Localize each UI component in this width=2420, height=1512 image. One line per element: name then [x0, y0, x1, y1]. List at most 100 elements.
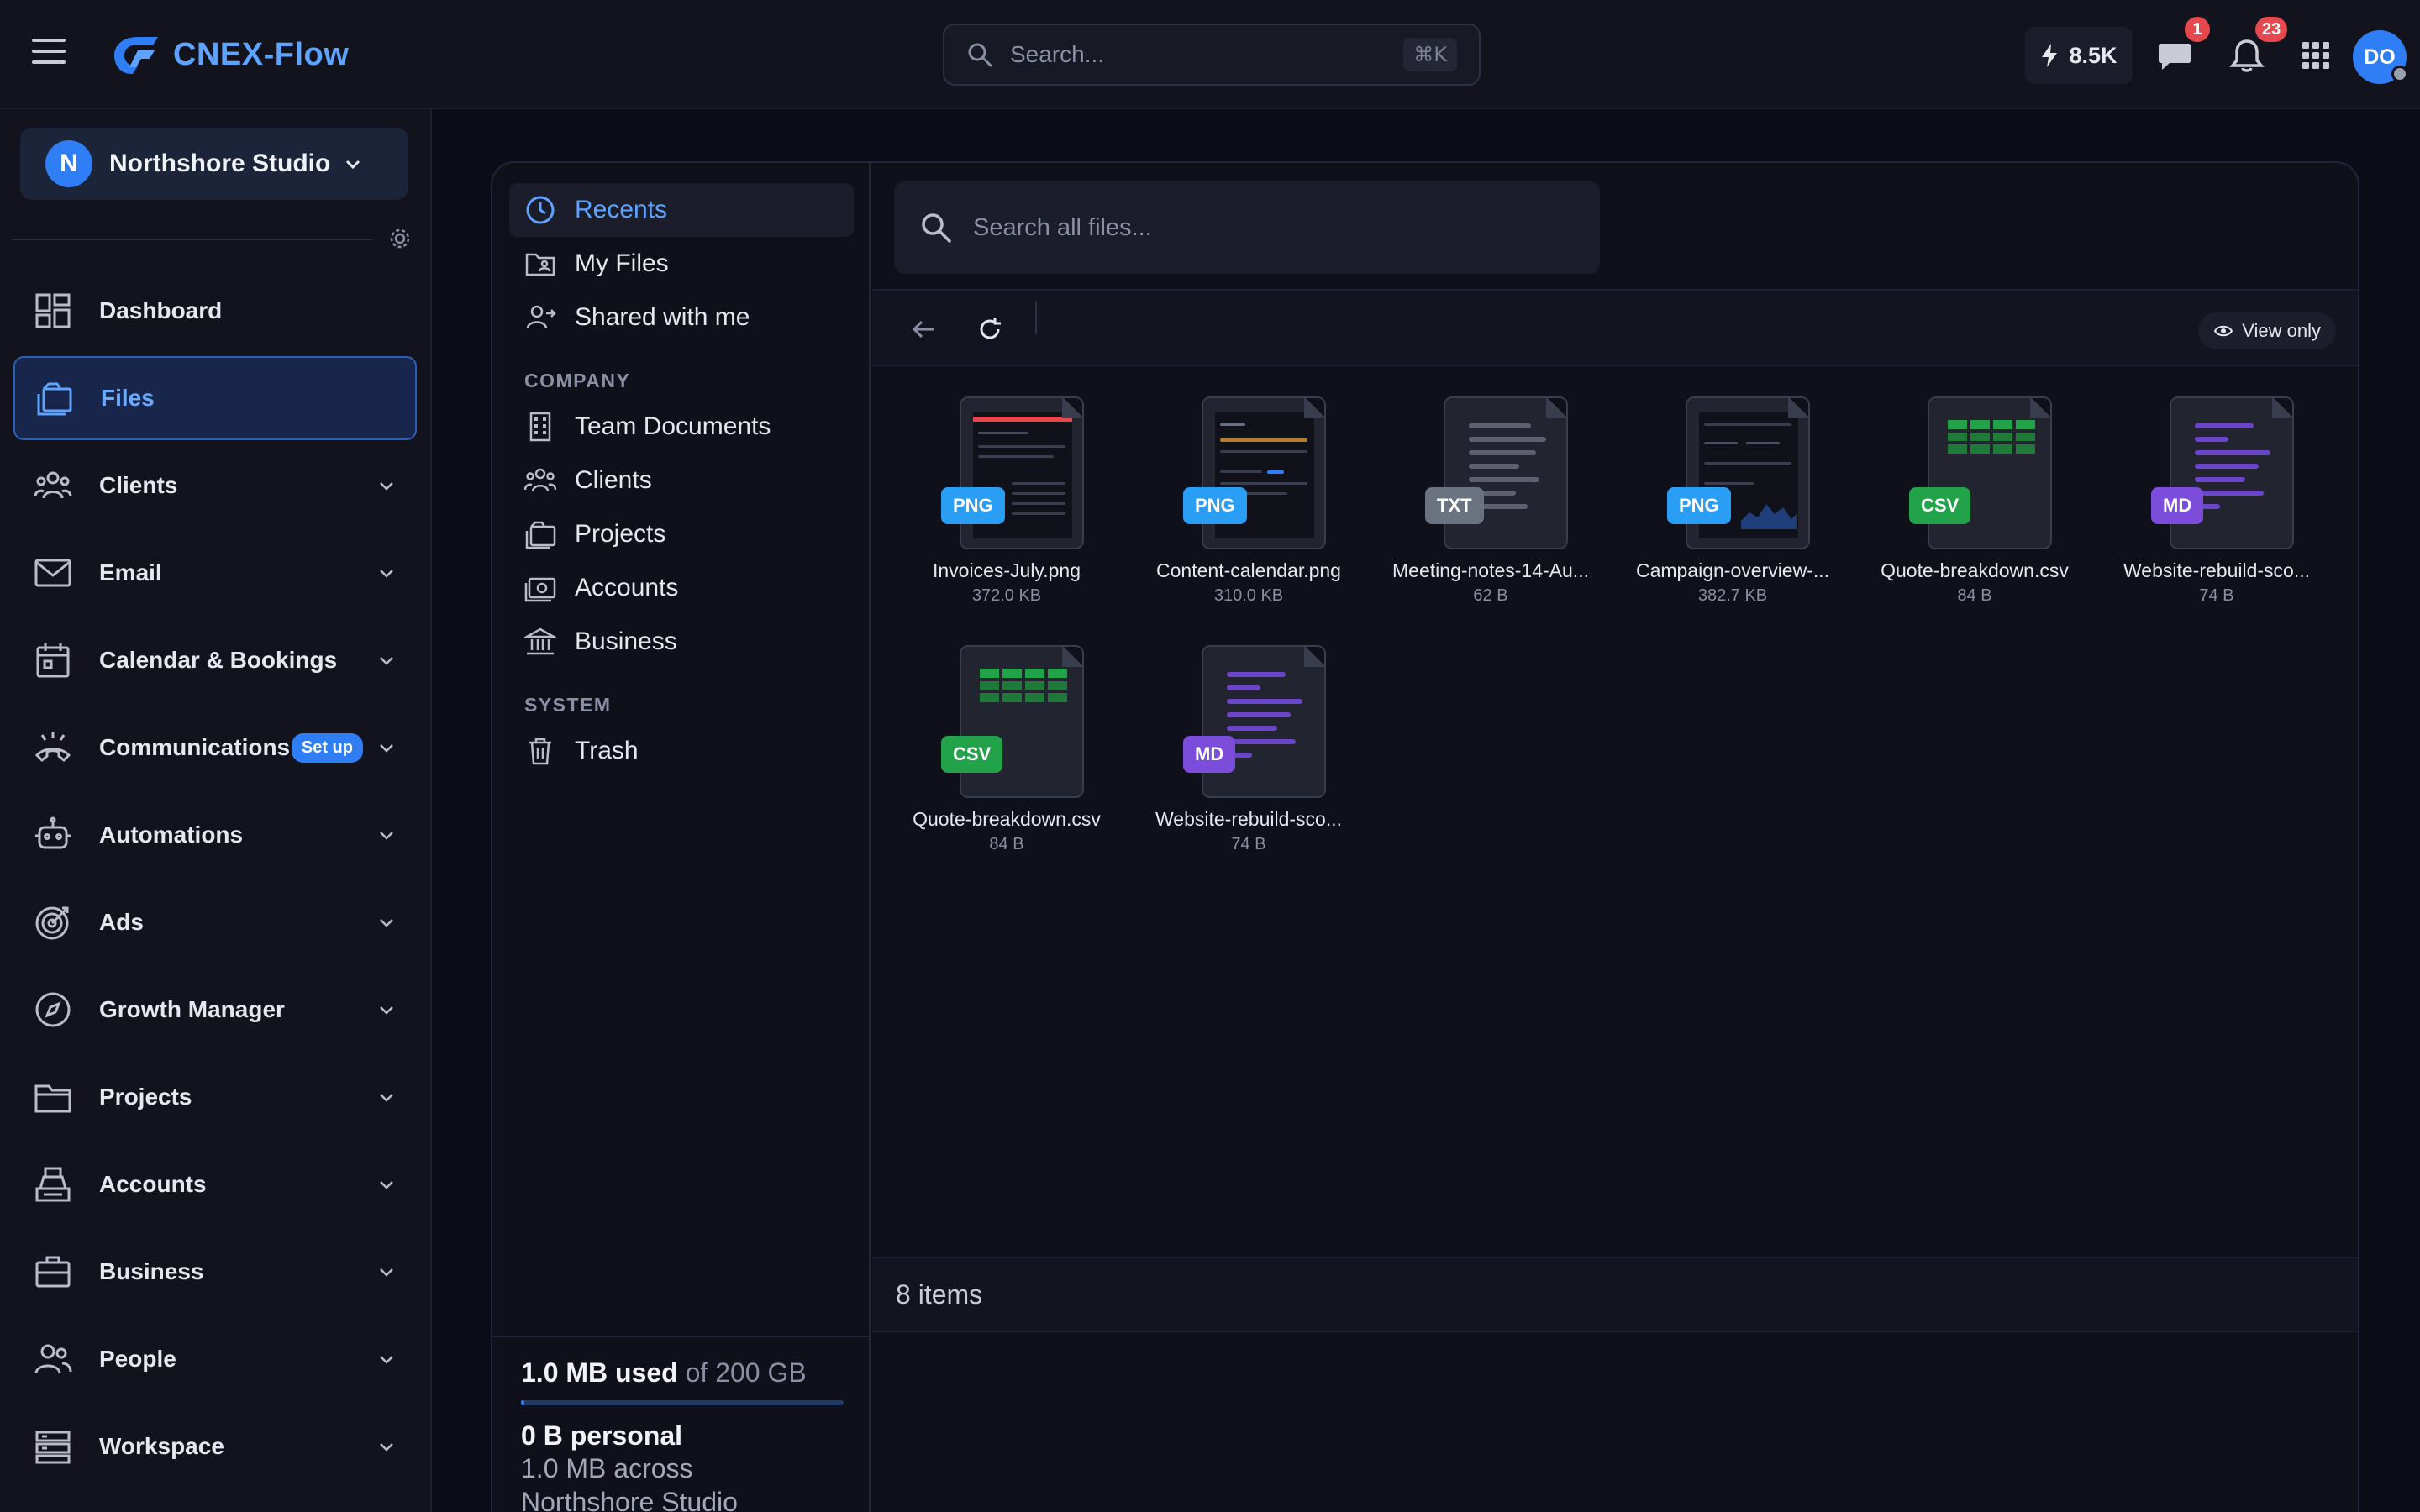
file-name: Content-calendar.png [1156, 559, 1341, 581]
sidebar-item-label: Files [101, 385, 155, 411]
menu-icon[interactable] [32, 39, 66, 67]
back-arrow-icon[interactable] [909, 314, 939, 344]
sidebar-item-projects[interactable]: Projects [13, 1055, 417, 1139]
calendar-icon [36, 643, 70, 678]
refresh-icon[interactable] [975, 314, 1005, 344]
file-item[interactable]: PNG Campaign-overview-... 382.7 KB [1612, 388, 1854, 623]
file-nav-business[interactable]: Business [509, 615, 854, 669]
file-nav-shared[interactable]: Shared with me [509, 291, 854, 344]
sidebar-item-growth-manager[interactable]: Growth Manager [13, 968, 417, 1052]
credits-button[interactable]: 8.5K [2025, 27, 2133, 84]
file-thumbnail [1686, 396, 1810, 549]
clients-icon [34, 471, 72, 499]
sidebar-item-files[interactable]: Files [13, 356, 417, 440]
chevron-down-icon [380, 832, 393, 840]
file-nav-team-documents[interactable]: Team Documents [509, 400, 854, 454]
setup-badge[interactable]: Set up [291, 732, 363, 763]
file-type-badge: MD [2151, 487, 2204, 524]
notifications-badge: 23 [2255, 17, 2288, 42]
file-type-badge: TXT [1425, 487, 1484, 524]
file-nav-accounts[interactable]: Accounts [509, 561, 854, 615]
apps-grid-icon[interactable] [2297, 37, 2334, 74]
eye-icon [2214, 325, 2233, 337]
chevron-down-icon [380, 1006, 393, 1015]
sidebar-item-clients[interactable]: Clients [13, 444, 417, 528]
chevron-down-icon [380, 657, 393, 665]
file-item[interactable]: PNG Invoices-July.png 372.0 KB [886, 388, 1128, 623]
top-bar: CNEX-Flow Search... ⌘K 8.5K 1 23 DO [0, 0, 2420, 109]
gear-icon[interactable] [388, 227, 412, 250]
file-item[interactable]: MD Website-rebuild-sco... 74 B [1128, 637, 1370, 872]
storage-total: of 200 GB [677, 1357, 807, 1388]
file-name: Website-rebuild-sco... [2123, 559, 2310, 581]
bolt-icon [2042, 44, 2058, 67]
chevron-down-icon [380, 744, 393, 753]
user-avatar[interactable]: DO [2353, 30, 2408, 84]
org-avatar: N [45, 140, 92, 187]
search-icon [922, 213, 951, 243]
file-nav-label: My Files [575, 249, 669, 277]
view-only-label: View only [2242, 320, 2321, 341]
file-nav-trash[interactable]: Trash [509, 724, 854, 778]
sidebar-item-email[interactable]: Email [13, 531, 417, 615]
sidebar-item-label: Automations [99, 822, 244, 848]
sidebar-item-label: Communications [99, 734, 291, 760]
chevron-down-icon [380, 570, 393, 578]
folder-icon [34, 1084, 71, 1113]
sidebar-divider [12, 239, 373, 240]
file-item[interactable]: CSV Quote-breakdown.csv 84 B [886, 637, 1128, 872]
file-search-input[interactable]: Search all files... [894, 181, 1600, 274]
file-size: 310.0 KB [1213, 586, 1284, 605]
file-content: Search all files... View only PNG Invoic… [872, 163, 2358, 1512]
sidebar-item-label: Dashboard [99, 297, 223, 323]
sidebar-item-ads[interactable]: Ads [13, 880, 417, 964]
file-item[interactable]: MD Website-rebuild-sco... 74 B [2096, 388, 2338, 623]
trash-icon [529, 738, 551, 765]
org-switcher[interactable]: N Northshore Studio [20, 128, 408, 200]
file-nav-label: Accounts [575, 574, 679, 601]
logo-icon [114, 37, 158, 74]
file-nav-label: Shared with me [575, 303, 750, 331]
server-icon [35, 1431, 71, 1464]
file-nav-label: Business [575, 627, 677, 655]
bank-icon [524, 627, 556, 655]
chat-icon[interactable] [2156, 37, 2193, 74]
sidebar-item-workspace[interactable]: Workspace [13, 1404, 417, 1488]
file-item[interactable]: TXT Meeting-notes-14-Au... 62 B [1370, 388, 1612, 623]
sidebar-item-communications[interactable]: Communications Set up [13, 706, 417, 790]
sidebar-item-automations[interactable]: Automations [13, 793, 417, 877]
sidebar-item-label: Clients [99, 472, 178, 498]
sidebar-item-business[interactable]: Business [13, 1230, 417, 1314]
sidebar-item-accounts[interactable]: Accounts [13, 1142, 417, 1226]
file-name: Quote-breakdown.csv [913, 808, 1101, 830]
sidebar: N Northshore Studio Dashboard Files Clie… [0, 109, 432, 1512]
file-nav-my-files[interactable]: My Files [509, 237, 854, 291]
app-logo[interactable]: CNEX-Flow [113, 34, 349, 76]
file-name: Quote-breakdown.csv [1881, 559, 2069, 581]
briefcase-icon [35, 1256, 71, 1288]
sidebar-item-label: Ads [99, 909, 144, 935]
register-icon [35, 1167, 71, 1202]
storage-used: 1.0 MB used [521, 1357, 678, 1388]
file-nav-recents[interactable]: Recents [509, 183, 854, 237]
file-nav-label: Recents [575, 196, 668, 223]
clock-icon [526, 196, 555, 224]
file-item[interactable]: PNG Content-calendar.png 310.0 KB [1128, 388, 1370, 623]
sidebar-item-calendar[interactable]: Calendar & Bookings [13, 618, 417, 702]
file-nav-label: Trash [575, 737, 639, 764]
files-icon [37, 382, 72, 416]
file-item[interactable]: CSV Quote-breakdown.csv 84 B [1854, 388, 2096, 623]
file-nav-clients[interactable]: Clients [509, 454, 854, 507]
sidebar-item-dashboard[interactable]: Dashboard [13, 269, 417, 353]
search-shortcut: ⌘K [1403, 38, 1457, 71]
company-section-header: COMPANY [524, 370, 631, 391]
file-grid: PNG Invoices-July.png 372.0 KB PNG Conte… [872, 388, 2358, 1228]
files-icon [525, 521, 556, 549]
global-search[interactable]: Search... ⌘K [943, 24, 1481, 86]
file-nav-label: Team Documents [575, 412, 771, 440]
chevron-down-icon [380, 1268, 393, 1277]
storage-personal: 0 B personal [521, 1420, 683, 1451]
sidebar-item-people[interactable]: People [13, 1317, 417, 1401]
bell-icon[interactable] [2228, 37, 2265, 74]
file-nav-projects[interactable]: Projects [509, 507, 854, 561]
